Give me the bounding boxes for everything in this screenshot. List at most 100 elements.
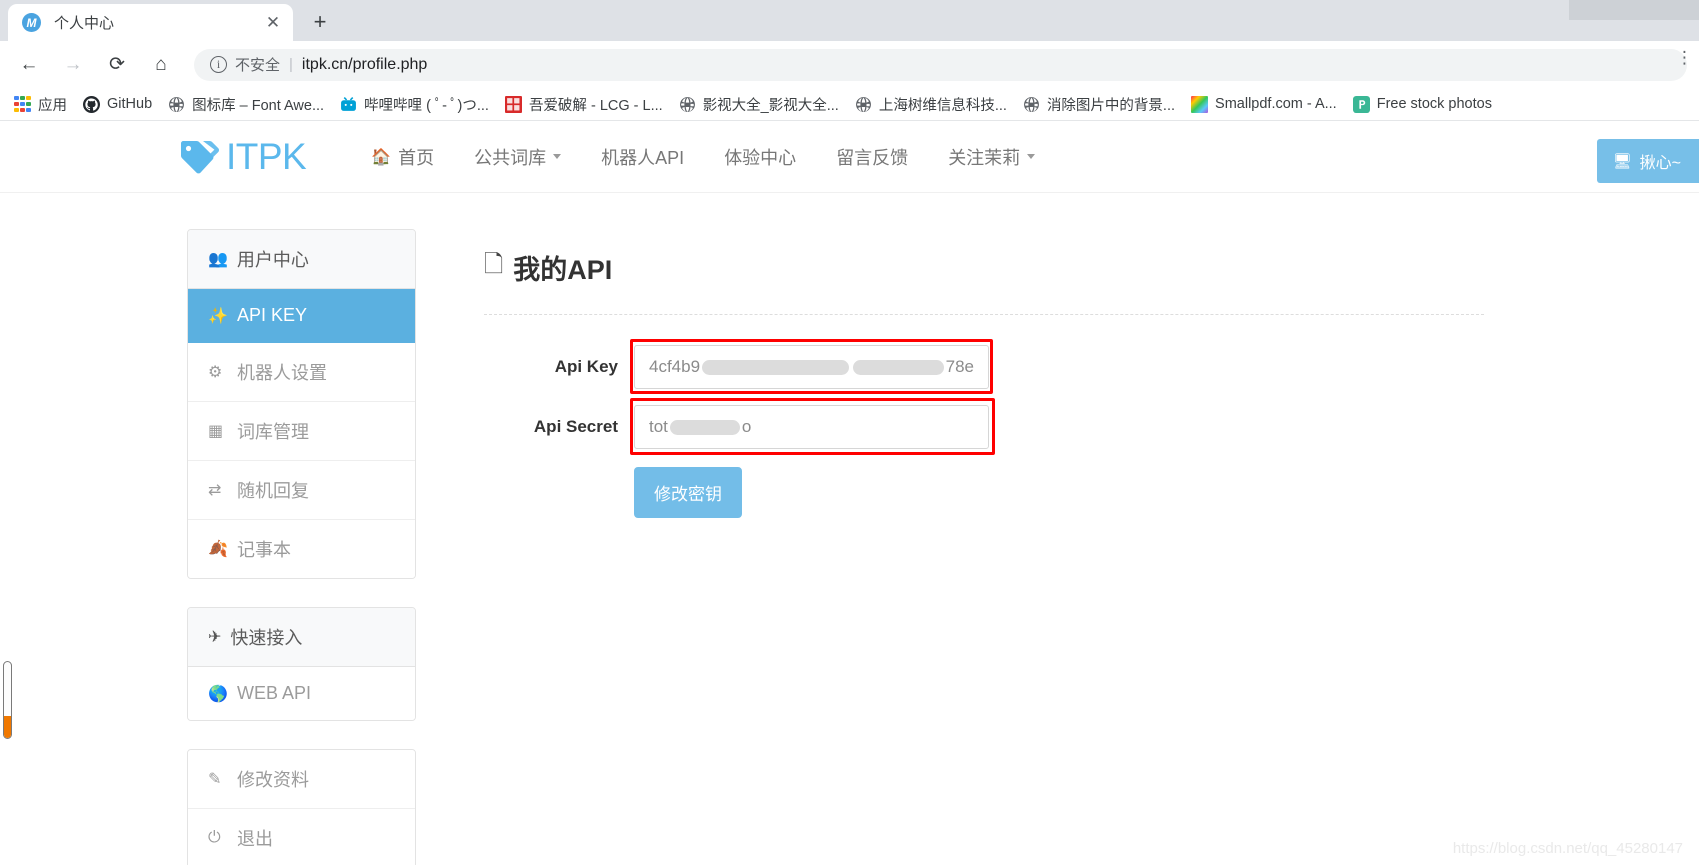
magic-wand-icon: ✨ xyxy=(208,307,228,325)
header-action-label: 揪心~ xyxy=(1639,155,1681,172)
plane-icon: ✈ xyxy=(208,629,222,646)
nav-item-experience-center[interactable]: 体验中心 xyxy=(704,144,816,170)
globe-icon xyxy=(679,96,695,112)
security-warning-label: 不安全 xyxy=(235,57,281,74)
address-bar[interactable]: i 不安全 | itpk.cn/profile.php xyxy=(194,48,1687,81)
api-key-input[interactable]: 4cf4b9 78e xyxy=(634,345,989,389)
globe-icon xyxy=(169,96,185,112)
redacted-block xyxy=(669,419,740,435)
sidebar-item-notebook[interactable]: 🍂 记事本 xyxy=(188,520,415,578)
nav-label: 机器人API xyxy=(601,147,685,168)
address-bar-url: itpk.cn/profile.php xyxy=(301,55,428,73)
api-key-label: Api Key xyxy=(554,357,618,376)
sidebar-group-label: 快速接入 xyxy=(230,628,303,648)
page-title: 🗋 我的API xyxy=(484,247,1494,288)
nav-label: 首页 xyxy=(398,147,435,168)
forward-icon[interactable]: → xyxy=(56,48,90,82)
home-icon: 🏠 xyxy=(371,148,392,166)
api-key-value-suffix: 78e xyxy=(945,357,974,376)
edit-icon: ✎ xyxy=(208,771,222,788)
form-row-api-key: Api Key 4cf4b9 78e xyxy=(484,339,1494,394)
card-icon: ▦ xyxy=(208,423,224,440)
github-icon xyxy=(83,95,100,113)
close-icon[interactable]: ✕ xyxy=(263,13,283,33)
users-icon: 👥 xyxy=(208,251,228,268)
header-action-button[interactable]: 🖥 揪心~ xyxy=(1596,139,1699,183)
page-scrollbar[interactable] xyxy=(3,661,12,739)
back-icon[interactable]: ← xyxy=(12,48,46,82)
sidebar-item-label: WEB API xyxy=(237,683,312,703)
bookmark-label: 影视大全_影视大全... xyxy=(702,97,839,114)
sidebar-group-user-center: 👥 用户中心 ✨ API KEY ⚙ 机器人设置 ▦ 词库管理 ⇄ 随机回复 🍂… xyxy=(187,229,416,579)
sidebar-item-logout[interactable]: ⏻ 退出 xyxy=(188,809,415,865)
sidebar-item-label: API KEY xyxy=(237,305,308,325)
bookmark-label: 图标库 – Font Awe... xyxy=(192,97,325,114)
nav-label: 体验中心 xyxy=(724,147,797,168)
bookmark-label: Smallpdf.com - A... xyxy=(1215,96,1337,112)
bookmark-bilibili[interactable]: 哔哩哔哩 ( ﾟ- ﾟ)つ... xyxy=(332,91,497,118)
sidebar-item-edit-profile[interactable]: ✎ 修改资料 xyxy=(188,750,415,809)
api-secret-label: Api Secret xyxy=(533,417,618,436)
bookmark-label: 哔哩哔哩 ( ﾟ- ﾟ)つ... xyxy=(364,97,489,114)
form-actions: 修改密钥 xyxy=(484,467,1494,518)
nav-item-home[interactable]: 🏠 首页 xyxy=(351,144,454,170)
main-navigation: 🏠 首页 公共词库 机器人API 体验中心 留言反馈 关注茉莉 xyxy=(351,144,1055,170)
nav-label: 关注茉莉 xyxy=(948,147,1021,168)
reload-icon[interactable]: ⟳ xyxy=(100,48,134,82)
bookmark-smallpdf[interactable]: Smallpdf.com - A... xyxy=(1183,93,1345,116)
bookmark-52pojie[interactable]: 吾爱破解 - LCG - L... xyxy=(497,91,671,118)
api-key-value-prefix: 4cf4b9 xyxy=(649,357,701,376)
redacted-block xyxy=(702,359,850,375)
bookmark-label: Free stock photos xyxy=(1376,96,1492,112)
apps-grid-icon xyxy=(14,95,31,113)
bookmark-pexels[interactable]: Free stock photos xyxy=(1345,93,1500,116)
browser-toolbar: ← → ⟳ ⌂ i 不安全 | itpk.cn/profile.php ⋮ xyxy=(0,41,1699,88)
bookmark-fontawesome[interactable]: 图标库 – Font Awe... xyxy=(160,91,332,118)
site-info-icon[interactable]: i xyxy=(210,56,227,73)
shuffle-icon: ⇄ xyxy=(208,482,222,499)
browser-tab[interactable]: M 个人中心 ✕ xyxy=(8,4,293,41)
nav-item-public-corpus[interactable]: 公共词库 xyxy=(454,144,581,170)
bookmark-label: GitHub xyxy=(107,96,153,112)
nav-label: 留言反馈 xyxy=(836,147,909,168)
divider xyxy=(484,314,1484,315)
bookmark-shuwei[interactable]: 上海树维信息科技... xyxy=(847,91,1015,118)
nav-item-follow-moli[interactable]: 关注茉莉 xyxy=(928,144,1055,170)
rainbow-square-icon xyxy=(1191,95,1209,113)
bookmark-github[interactable]: GitHub xyxy=(75,93,160,116)
bookmark-label: 消除图片中的背景... xyxy=(1046,97,1176,114)
sidebar-group-header: ✈ 快速接入 xyxy=(188,608,415,667)
power-icon: ⏻ xyxy=(208,829,221,846)
page-title-text: 我的API xyxy=(513,255,613,285)
home-icon[interactable]: ⌂ xyxy=(144,48,178,82)
sidebar-group-label: 用户中心 xyxy=(236,250,309,270)
sidebar-item-random-reply[interactable]: ⇄ 随机回复 xyxy=(188,461,415,520)
bookmark-remove-bg[interactable]: 消除图片中的背景... xyxy=(1015,91,1183,118)
api-secret-input[interactable]: tot o xyxy=(634,405,989,449)
sidebar-item-label: 机器人设置 xyxy=(237,363,327,383)
gear-icon: ⚙ xyxy=(208,364,223,381)
sidebar: 👥 用户中心 ✨ API KEY ⚙ 机器人设置 ▦ 词库管理 ⇄ 随机回复 🍂… xyxy=(187,229,416,865)
new-tab-button[interactable]: + xyxy=(303,5,337,39)
change-key-button[interactable]: 修改密钥 xyxy=(634,467,742,518)
bookmark-yingshidaquan[interactable]: 影视大全_影视大全... xyxy=(671,91,847,118)
sidebar-group-quick-access: ✈ 快速接入 🌎 WEB API xyxy=(187,607,416,721)
window-controls[interactable] xyxy=(1569,0,1699,20)
sidebar-item-api-key[interactable]: ✨ API KEY xyxy=(188,289,415,343)
browser-menu-icon[interactable]: ⋮ xyxy=(1676,48,1693,68)
sidebar-item-corpus-management[interactable]: ▦ 词库管理 xyxy=(188,402,415,461)
redacted-block xyxy=(853,359,944,375)
sidebar-item-robot-settings[interactable]: ⚙ 机器人设置 xyxy=(188,343,415,402)
sidebar-group-account: ✎ 修改资料 ⏻ 退出 xyxy=(187,749,416,865)
bookmark-label: 吾爱破解 - LCG - L... xyxy=(528,97,663,114)
api-secret-value-prefix: tot xyxy=(649,417,668,436)
nav-item-robot-api[interactable]: 机器人API xyxy=(581,144,704,170)
site-header: ITPK 🏠 首页 公共词库 机器人API 体验中心 留言反馈 关注茉莉 🖥 揪… xyxy=(0,121,1699,193)
site-logo[interactable]: ITPK xyxy=(178,136,307,178)
chevron-down-icon xyxy=(1027,154,1036,159)
api-secret-value-suffix: o xyxy=(741,417,752,436)
bookmark-apps[interactable]: 应用 xyxy=(6,91,75,118)
main-content: 🗋 我的API Api Key 4cf4b9 78e Api Secret to… xyxy=(416,229,1699,865)
sidebar-item-web-api[interactable]: 🌎 WEB API xyxy=(188,667,415,720)
nav-item-feedback[interactable]: 留言反馈 xyxy=(816,144,928,170)
